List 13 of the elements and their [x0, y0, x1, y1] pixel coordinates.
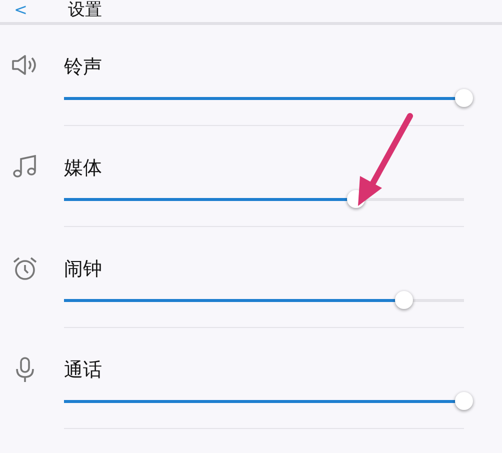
slider-thumb[interactable] [455, 392, 473, 410]
page-title: 设置 [68, 0, 102, 21]
slider-thumb[interactable] [395, 291, 413, 309]
slider-thumb[interactable] [455, 89, 473, 107]
music-note-icon [12, 155, 38, 179]
channel-label: 通话 [64, 358, 102, 382]
alarm-clock-icon [12, 256, 38, 282]
back-button[interactable]: < [14, 0, 28, 20]
channel-label: 闹钟 [64, 257, 102, 281]
microphone-icon [15, 357, 35, 383]
channel-label: 媒体 [64, 156, 102, 180]
speaker-icon [11, 54, 39, 76]
channel-label: 铃声 [64, 55, 102, 79]
